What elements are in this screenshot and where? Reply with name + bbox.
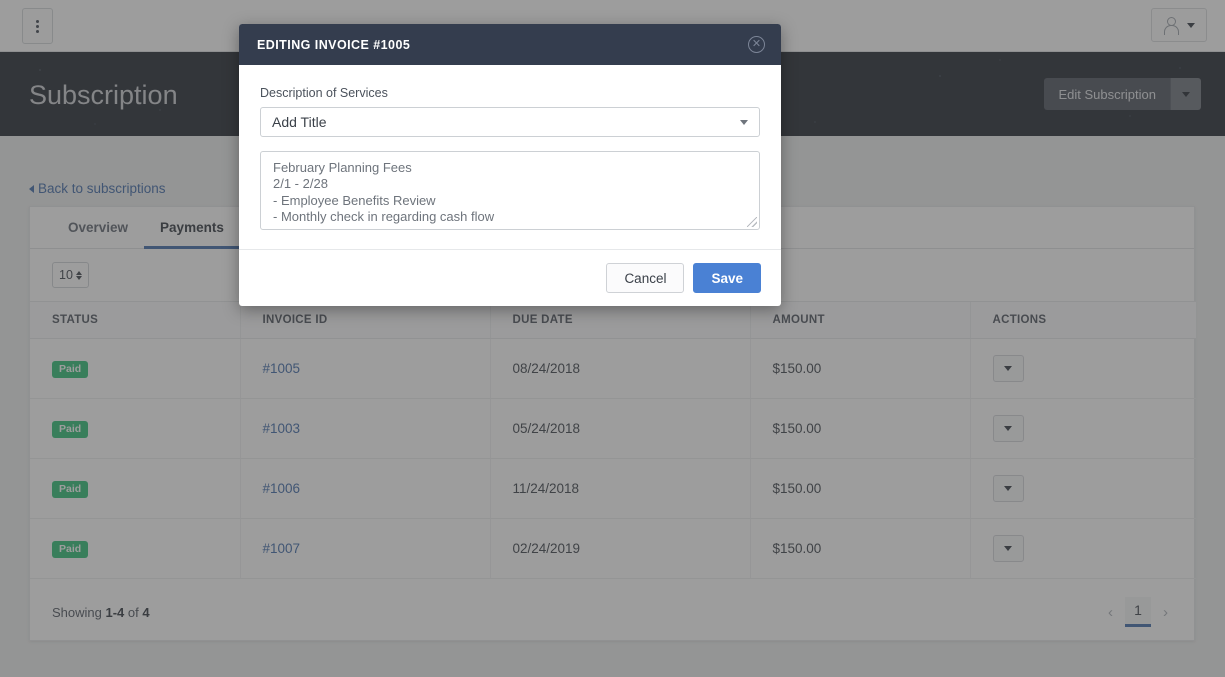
description-textarea[interactable]: February Planning Fees 2/1 - 2/28 - Empl… bbox=[260, 151, 760, 230]
title-select-value: Add Title bbox=[272, 114, 327, 130]
edit-invoice-modal: EDITING INVOICE #1005 ✕ Description of S… bbox=[239, 24, 781, 306]
resize-handle-icon[interactable] bbox=[747, 217, 757, 227]
cancel-button[interactable]: Cancel bbox=[606, 263, 685, 293]
chevron-down-icon bbox=[740, 119, 748, 125]
modal-footer: Cancel Save bbox=[239, 249, 781, 306]
title-select[interactable]: Add Title bbox=[260, 107, 760, 137]
close-circle-icon[interactable]: ✕ bbox=[748, 36, 765, 53]
description-field-label: Description of Services bbox=[260, 86, 388, 100]
modal-title: EDITING INVOICE #1005 bbox=[257, 37, 411, 52]
modal-header: EDITING INVOICE #1005 ✕ bbox=[239, 24, 781, 65]
save-button[interactable]: Save bbox=[693, 263, 761, 293]
modal-body: Description of Services Add Title Februa… bbox=[239, 65, 781, 249]
